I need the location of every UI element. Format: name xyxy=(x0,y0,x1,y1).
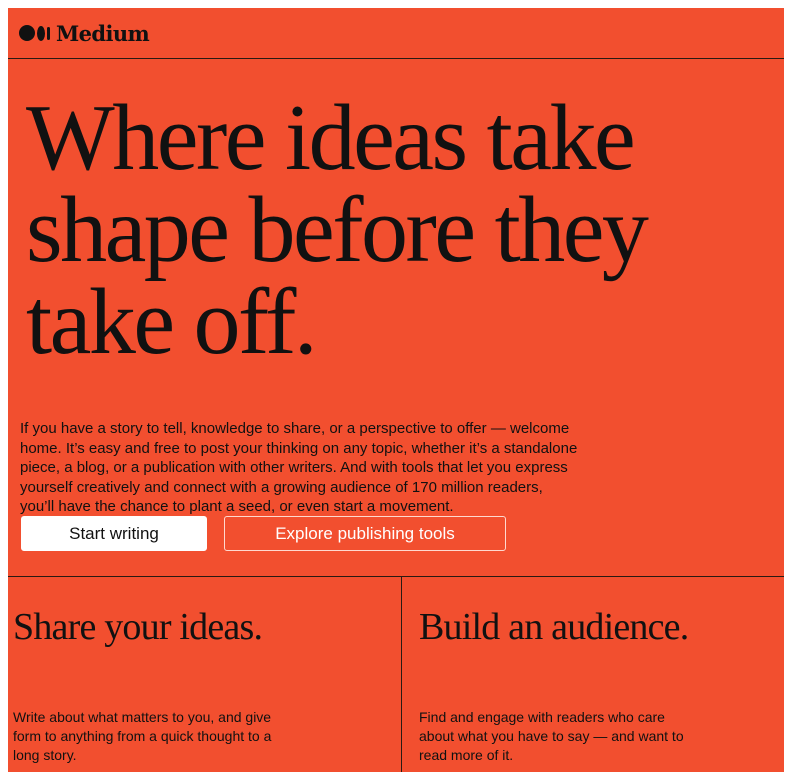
medium-logo[interactable]: Medium xyxy=(19,20,150,46)
feature-description: Find and engage with readers who care ab… xyxy=(419,709,684,763)
hero-actions: Start writing Explore publishing tools xyxy=(21,516,506,551)
hero-section: Where ideas take shape before they take … xyxy=(26,91,766,369)
top-bar: Medium xyxy=(8,8,784,59)
feature-build-audience: Build an audience. Find and engage with … xyxy=(402,577,784,772)
feature-title: Build an audience. xyxy=(419,606,689,648)
feature-title: Share your ideas. xyxy=(13,606,263,648)
hero-lead-paragraph: If you have a story to tell, knowledge t… xyxy=(20,420,578,515)
feature-share-ideas: Share your ideas. Write about what matte… xyxy=(8,577,402,772)
page-frame: Medium Where ideas take shape before the… xyxy=(8,8,784,772)
headline-line: take off. xyxy=(26,270,317,374)
features-section: Share your ideas. Write about what matte… xyxy=(8,576,784,772)
brand-name: Medium xyxy=(56,20,150,46)
feature-description: Write about what matters to you, and giv… xyxy=(13,709,272,763)
explore-publishing-tools-button[interactable]: Explore publishing tools xyxy=(224,516,506,551)
hero-headline: Where ideas take shape before they take … xyxy=(26,91,766,369)
medium-logo-icon xyxy=(19,25,50,41)
start-writing-button[interactable]: Start writing xyxy=(21,516,207,551)
headline-line: Where ideas take xyxy=(26,86,636,190)
headline-line: shape before they xyxy=(26,178,649,282)
